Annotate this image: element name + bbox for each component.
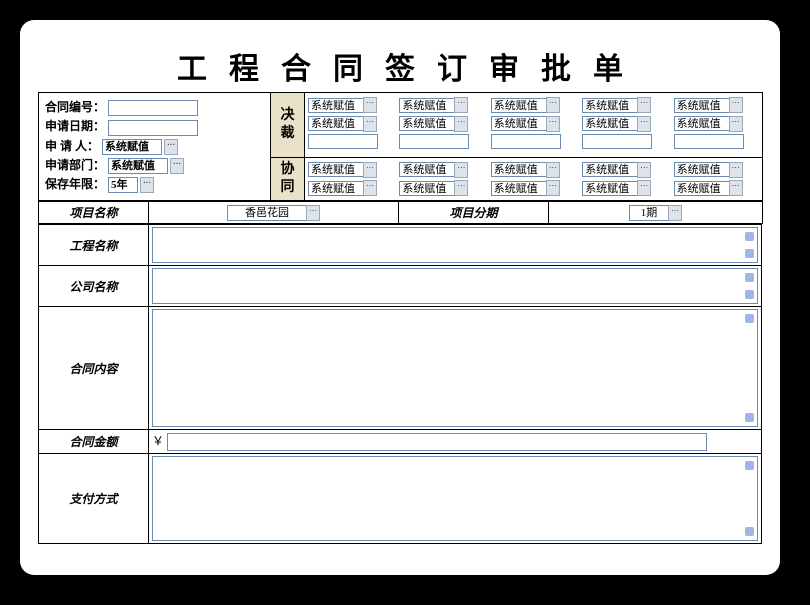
input-retention[interactable]: 5年 [108, 177, 138, 193]
collab-cell[interactable]: 系统赋值 [674, 181, 730, 196]
picker-icon[interactable] [363, 180, 377, 196]
input-apply-dept[interactable]: 系统赋值 [108, 158, 168, 174]
picker-icon[interactable] [637, 162, 651, 178]
picker-icon[interactable] [454, 162, 468, 178]
picker-icon[interactable] [363, 162, 377, 178]
scrollbar-thumb-icon[interactable] [745, 527, 754, 536]
decision-cell[interactable]: 系统赋值 [308, 98, 364, 113]
label-payment: 支付方式 [39, 454, 149, 544]
approval-collab-grid: 系统赋值 系统赋值 系统赋值 系统赋值 系统赋值 系统赋值 系统赋值 系统赋值 … [307, 160, 760, 199]
scrollbar-thumb-icon[interactable] [745, 461, 754, 470]
picker-icon[interactable] [454, 116, 468, 132]
input-apply-date[interactable] [108, 120, 198, 136]
scrollbar-thumb-icon[interactable] [745, 232, 754, 241]
label-retention: 保存年限： [45, 177, 105, 191]
scrollbar-thumb-icon[interactable] [745, 273, 754, 282]
picker-retention-icon[interactable] [140, 177, 154, 193]
decision-cell[interactable]: 系统赋值 [674, 98, 730, 113]
label-project-phase: 项目分期 [399, 202, 549, 224]
picker-icon[interactable] [729, 97, 743, 113]
decision-cell[interactable]: 系统赋值 [582, 98, 638, 113]
label-amount: 合同金额 [39, 430, 149, 454]
picker-icon[interactable] [363, 97, 377, 113]
picker-icon[interactable] [363, 116, 377, 132]
collab-cell[interactable]: 系统赋值 [582, 181, 638, 196]
decision-cell[interactable]: 系统赋值 [674, 116, 730, 131]
label-applicant: 申 请 人： [45, 139, 99, 153]
input-amount[interactable] [167, 433, 707, 451]
label-content: 合同内容 [39, 307, 149, 430]
collab-cell[interactable]: 系统赋值 [399, 162, 455, 177]
picker-icon[interactable] [729, 162, 743, 178]
picker-icon[interactable] [546, 162, 560, 178]
picker-icon[interactable] [454, 180, 468, 196]
collab-cell[interactable]: 系统赋值 [399, 181, 455, 196]
decision-comment[interactable] [399, 134, 469, 149]
input-applicant[interactable]: 系统赋值 [102, 139, 162, 155]
page-title: 工程合同签订审批单 [38, 38, 762, 92]
picker-icon[interactable] [637, 116, 651, 132]
amount-currency-prefix: ￥ [152, 434, 164, 448]
input-project-name[interactable]: 香邑花园 [227, 205, 307, 221]
scrollbar-thumb-icon[interactable] [745, 314, 754, 323]
label-contract-no: 合同编号： [45, 100, 105, 114]
approval-decision-header: 决裁 [271, 93, 305, 158]
textarea-project-eng[interactable] [152, 227, 758, 263]
label-project-eng: 工程名称 [39, 225, 149, 266]
decision-cell[interactable]: 系统赋值 [491, 116, 547, 131]
picker-icon[interactable] [729, 180, 743, 196]
approval-decision-grid: 系统赋值 系统赋值 系统赋值 系统赋值 系统赋值 系统赋值 系统赋值 系统赋值 … [307, 95, 760, 155]
picker-icon[interactable] [729, 116, 743, 132]
approval-collab-header: 协同 [271, 157, 305, 201]
label-company: 公司名称 [39, 266, 149, 307]
textarea-payment[interactable] [152, 456, 758, 541]
picker-icon[interactable] [546, 97, 560, 113]
input-contract-no[interactable] [108, 100, 198, 116]
picker-project-name-icon[interactable] [306, 205, 320, 221]
decision-cell[interactable]: 系统赋值 [582, 116, 638, 131]
textarea-content[interactable] [152, 309, 758, 427]
decision-cell[interactable]: 系统赋值 [491, 98, 547, 113]
collab-cell[interactable]: 系统赋值 [582, 162, 638, 177]
picker-apply-dept-icon[interactable] [170, 158, 184, 174]
decision-comment[interactable] [308, 134, 378, 149]
collab-cell[interactable]: 系统赋值 [491, 181, 547, 196]
textarea-company[interactable] [152, 268, 758, 304]
picker-icon[interactable] [637, 97, 651, 113]
decision-cell[interactable]: 系统赋值 [399, 98, 455, 113]
scrollbar-thumb-icon[interactable] [745, 290, 754, 299]
collab-cell[interactable]: 系统赋值 [674, 162, 730, 177]
collab-cell[interactable]: 系统赋值 [308, 162, 364, 177]
picker-applicant-icon[interactable] [164, 139, 178, 155]
label-project-name: 项目名称 [39, 202, 149, 224]
decision-comment[interactable] [491, 134, 561, 149]
scrollbar-thumb-icon[interactable] [745, 413, 754, 422]
picker-icon[interactable] [637, 180, 651, 196]
picker-icon[interactable] [546, 180, 560, 196]
decision-cell[interactable]: 系统赋值 [399, 116, 455, 131]
picker-icon[interactable] [454, 97, 468, 113]
decision-cell[interactable]: 系统赋值 [308, 116, 364, 131]
input-project-phase[interactable]: 1期 [629, 205, 669, 221]
decision-comment[interactable] [674, 134, 744, 149]
picker-project-phase-icon[interactable] [668, 205, 682, 221]
collab-cell[interactable]: 系统赋值 [308, 181, 364, 196]
picker-icon[interactable] [546, 116, 560, 132]
label-apply-dept: 申请部门： [45, 158, 105, 172]
decision-comment[interactable] [582, 134, 652, 149]
scrollbar-thumb-icon[interactable] [745, 249, 754, 258]
collab-cell[interactable]: 系统赋值 [491, 162, 547, 177]
label-apply-date: 申请日期： [45, 119, 105, 133]
